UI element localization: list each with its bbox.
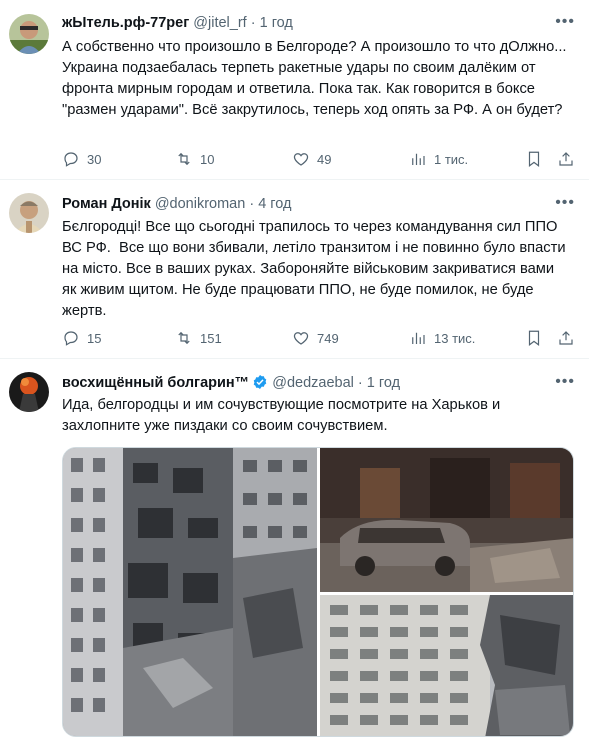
tweet-header: восхищённый болгарин™ @dedzaebal · 1 год	[62, 374, 400, 392]
views-button[interactable]: 1 тис.	[409, 149, 468, 169]
view-count: 13 тис.	[434, 330, 476, 346]
retweet-count: 151	[200, 330, 222, 346]
photo-destroyed-building[interactable]	[63, 448, 317, 736]
bookmark-icon	[528, 151, 540, 167]
retweet-button[interactable]: 151	[175, 328, 222, 348]
more-icon[interactable]: •••	[555, 14, 575, 30]
retweet-button[interactable]: 10	[175, 149, 214, 169]
view-count: 1 тис.	[434, 151, 469, 167]
author-handle[interactable]: @dedzaebal	[272, 375, 354, 391]
timestamp[interactable]: 4 год	[258, 196, 291, 212]
like-icon	[293, 153, 309, 166]
share-icon	[559, 331, 573, 345]
timestamp[interactable]: 1 год	[367, 375, 400, 391]
like-count: 749	[317, 330, 339, 346]
timestamp[interactable]: 1 год	[260, 15, 293, 31]
tweet-text: Ида, белгородцы и им сочувствующие посмо…	[62, 397, 505, 434]
share-icon	[559, 152, 573, 166]
avatar[interactable]	[9, 193, 49, 233]
bookmark-button[interactable]	[525, 149, 543, 169]
separator-dot: ·	[249, 196, 255, 212]
share-button[interactable]	[557, 328, 575, 348]
avatar[interactable]	[9, 372, 49, 412]
tweet-1[interactable]: жЫтель.рф-77рег @jitel_rf · 1 год ••• А …	[0, 0, 589, 180]
views-button[interactable]: 13 тис.	[409, 328, 475, 348]
reply-count: 15	[87, 330, 102, 346]
tweet-text: Бєлгородці! Все що сьогодні трапилось то…	[62, 219, 570, 319]
author-handle[interactable]: @jitel_rf	[193, 15, 246, 31]
bookmark-button[interactable]	[525, 328, 543, 348]
avatar[interactable]	[9, 14, 49, 54]
bookmark-icon	[528, 330, 540, 346]
retweet-icon	[178, 331, 190, 345]
retweet-count: 10	[200, 151, 215, 167]
like-icon	[293, 332, 309, 345]
reply-icon	[64, 331, 78, 346]
more-icon[interactable]: •••	[555, 195, 575, 211]
media-grid	[62, 447, 574, 737]
separator-dot: ·	[357, 375, 363, 391]
photo-damaged-apartment[interactable]	[320, 595, 573, 736]
reply-button[interactable]: 15	[62, 328, 101, 348]
tweet-actions: 15 151 749 13 тис.	[62, 328, 577, 348]
tweet-2[interactable]: Роман Донік @donikroman · 4 год ••• Бєлг…	[0, 181, 589, 359]
reply-button[interactable]: 30	[62, 149, 101, 169]
more-icon[interactable]: •••	[555, 374, 575, 390]
share-button[interactable]	[557, 149, 575, 169]
like-button[interactable]: 49	[292, 149, 331, 169]
author-name[interactable]: Роман Донік	[62, 196, 151, 212]
tweet-header: жЫтель.рф-77рег @jitel_rf · 1 год	[62, 14, 293, 32]
photo-burned-car[interactable]	[320, 448, 573, 592]
tweet-actions: 30 10 49 1 тис.	[62, 149, 577, 169]
separator-dot: ·	[250, 15, 256, 31]
like-count: 49	[317, 151, 332, 167]
retweet-icon	[178, 152, 190, 166]
like-button[interactable]: 749	[292, 328, 339, 348]
author-handle[interactable]: @donikroman	[155, 196, 245, 212]
author-name[interactable]: восхищённый болгарин™	[62, 375, 249, 391]
author-name[interactable]: жЫтель.рф-77рег	[62, 15, 189, 31]
views-icon	[412, 153, 425, 165]
tweet-text: А собственно что произошло в Белгороде? …	[62, 39, 571, 118]
reply-count: 30	[87, 151, 102, 167]
reply-icon	[64, 152, 78, 167]
verified-badge-icon	[253, 375, 267, 389]
views-icon	[412, 332, 425, 344]
tweet-header: Роман Донік @donikroman · 4 год	[62, 195, 291, 213]
